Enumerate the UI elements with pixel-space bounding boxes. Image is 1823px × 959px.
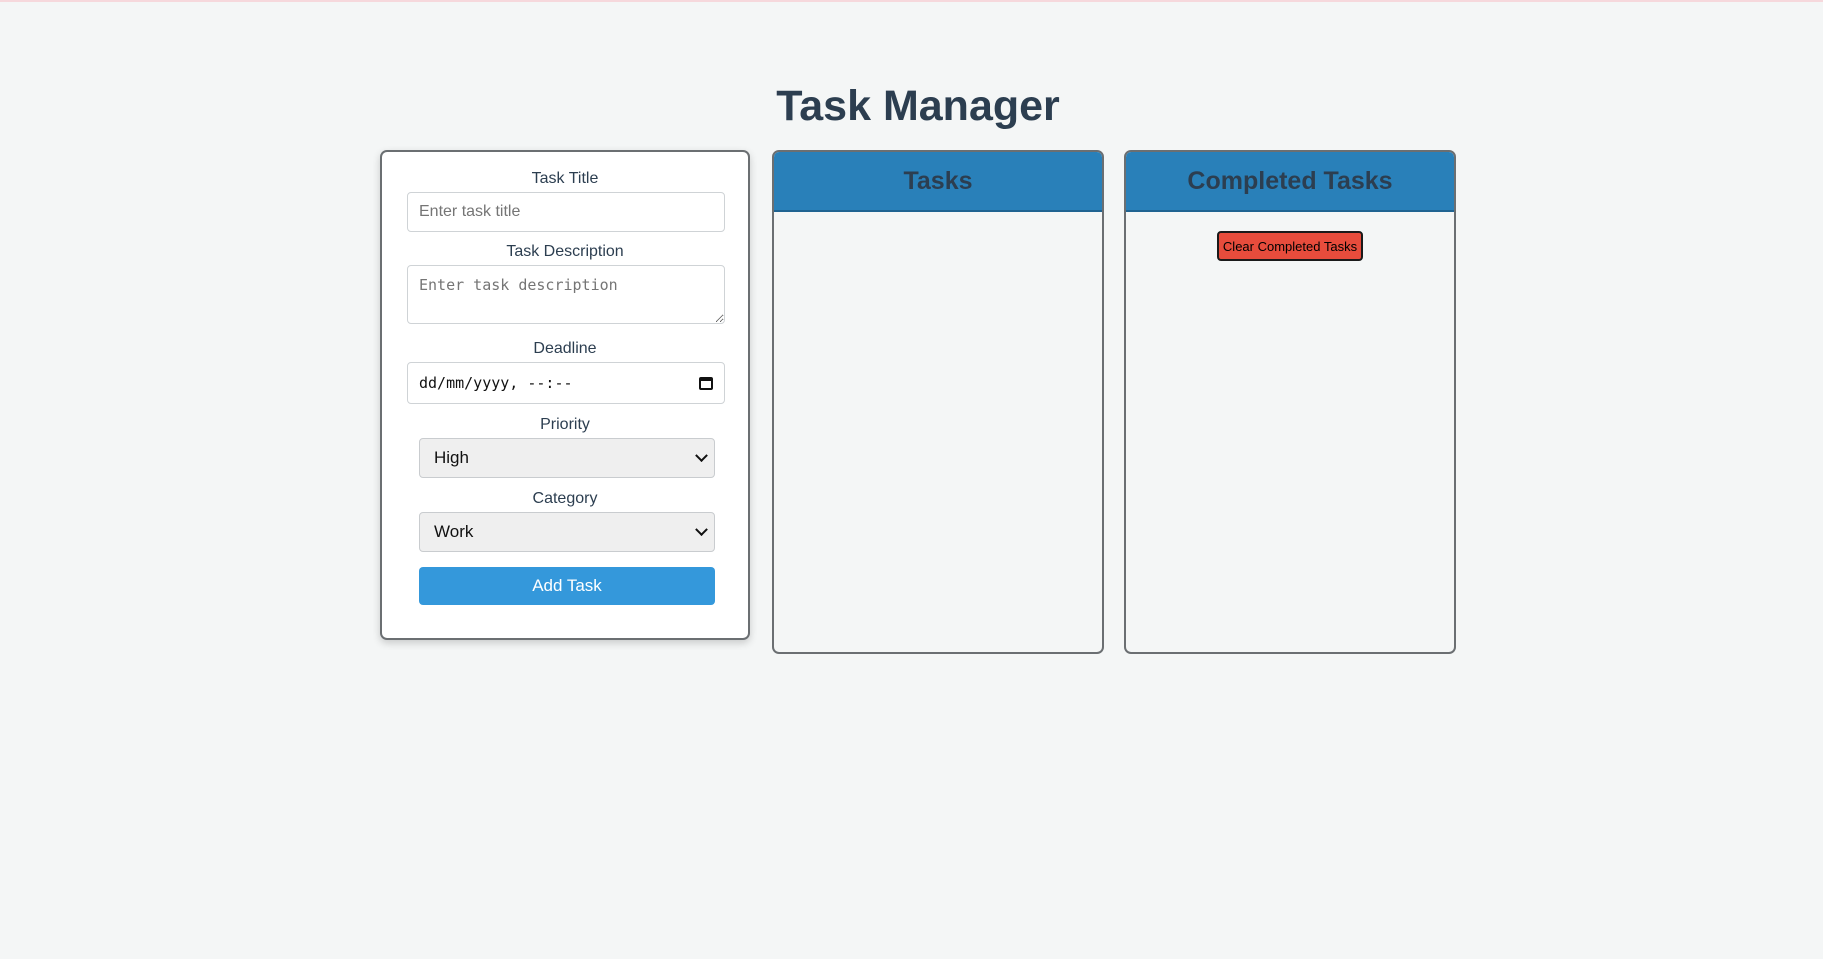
task-description-label: Task Description (506, 243, 624, 260)
top-divider (0, 0, 1823, 2)
tasks-panel-header: Tasks (774, 152, 1102, 212)
deadline-label: Deadline (533, 340, 597, 357)
category-select[interactable]: Work (419, 512, 715, 552)
deadline-input[interactable]: dd/mm/yyyy, --:-- (407, 362, 725, 404)
page-title: Task Manager (776, 82, 1060, 130)
completed-tasks-panel-header: Completed Tasks (1126, 152, 1454, 212)
task-title-label: Task Title (531, 170, 599, 187)
category-selected-value: Work (434, 522, 474, 541)
priority-selected-value: High (434, 448, 469, 467)
deadline-value: dd/mm/yyyy, --:-- (419, 374, 573, 392)
completed-tasks-panel: Completed Tasks Clear Completed Tasks (1124, 150, 1456, 654)
add-task-button[interactable]: Add Task (419, 567, 715, 605)
priority-select[interactable]: High (419, 438, 715, 478)
chevron-down-icon (695, 448, 708, 462)
chevron-down-icon (695, 522, 708, 536)
priority-label: Priority (540, 416, 590, 433)
task-form-panel: Task Title Task Description Deadline dd/… (380, 150, 750, 640)
task-title-input[interactable] (407, 192, 725, 232)
tasks-panel: Tasks (772, 150, 1104, 654)
clear-completed-tasks-button[interactable]: Clear Completed Tasks (1217, 231, 1363, 261)
category-label: Category (532, 490, 598, 507)
task-description-input[interactable] (407, 265, 725, 324)
calendar-icon[interactable] (699, 376, 713, 390)
